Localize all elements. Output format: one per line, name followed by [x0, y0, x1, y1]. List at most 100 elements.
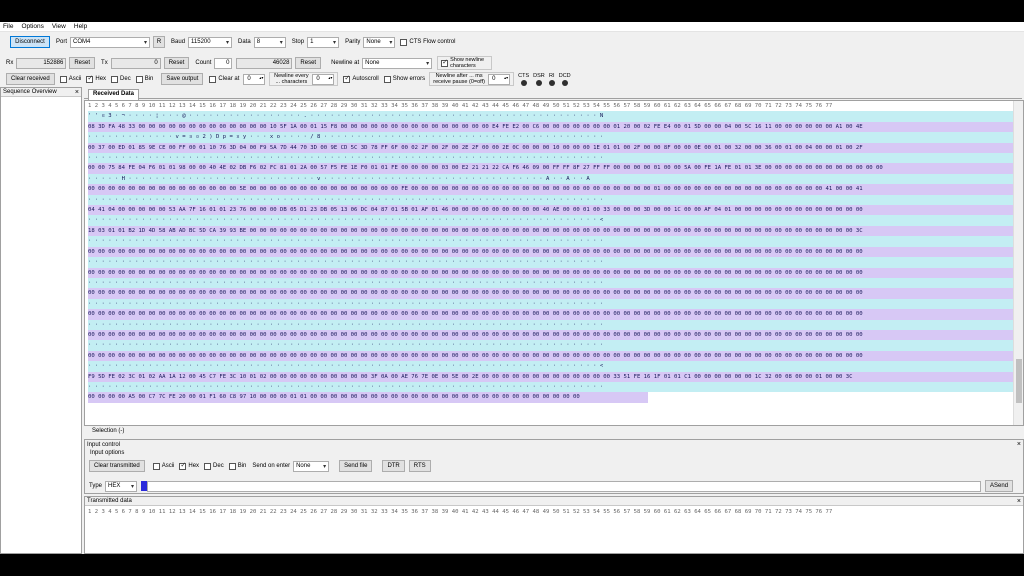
input-options-label: Input options — [90, 450, 125, 456]
show-errors-checkbox[interactable]: Show errors — [383, 75, 425, 83]
cts-flow-checkbox[interactable]: CTS Flow control — [400, 38, 455, 46]
scrollbar-thumb[interactable] — [1016, 359, 1022, 403]
parity-label: Parity — [345, 39, 361, 45]
stop-bits-select[interactable]: 1 — [307, 36, 340, 48]
clear-received-button[interactable]: Clear received — [6, 73, 55, 85]
ascii-row: · · · · · · · · · · · · · · · · · · · · … — [88, 215, 1013, 226]
input-ascii-box[interactable] — [152, 462, 160, 470]
show-errors-box[interactable] — [383, 75, 391, 83]
port-label: Port — [56, 39, 68, 45]
disconnect-button[interactable]: Disconnect — [10, 36, 50, 48]
hex-checkbox[interactable]: Hex — [86, 74, 107, 83]
send-button[interactable]: ASend — [985, 480, 1014, 492]
dsr-indicator: DSR — [533, 73, 545, 86]
tx-reset-button[interactable]: Reset — [163, 57, 190, 69]
show-newline-label: Show newline characters — [450, 57, 485, 69]
sequence-overview-title: Sequence Overview — [3, 89, 57, 95]
hex-row: 00 00 00 00 00 00 00 00 00 00 00 00 00 0… — [88, 246, 1013, 258]
parity-select[interactable]: None — [363, 36, 396, 48]
dcd-indicator-label: DCD — [558, 72, 571, 79]
transmitted-data-panel: Transmitted data × 1 2 3 4 5 6 7 8 9 10 … — [84, 496, 1024, 554]
input-bin-label: Bin — [237, 463, 247, 469]
menu-view[interactable]: View — [52, 23, 66, 30]
cts-flow-box[interactable] — [400, 38, 408, 46]
count-input[interactable]: 0 — [214, 57, 233, 69]
newline-at-label: Newline at — [331, 60, 360, 66]
hex-label: Hex — [95, 76, 107, 82]
ascii-row: · · · · · · · · · · · · · · · · · · · · … — [88, 153, 1013, 164]
close-icon[interactable]: × — [1017, 498, 1021, 505]
autoscroll-checkbox[interactable]: Autoscroll — [343, 74, 379, 83]
newline-every-label: Newline every ... characters — [274, 73, 309, 85]
bin-box[interactable] — [135, 75, 143, 83]
hex-row: 00 00 00 00 00 00 00 00 00 00 00 00 00 0… — [88, 184, 1013, 195]
input-control-title: Input control — [87, 441, 121, 448]
input-bin-box[interactable] — [228, 462, 236, 470]
hex-row: 08 3D FA 48 33 00 00 00 00 00 00 00 00 0… — [88, 121, 1013, 133]
input-bin-checkbox[interactable]: Bin — [228, 462, 247, 470]
menu-help[interactable]: Help — [74, 23, 87, 30]
clear-at-box[interactable] — [209, 75, 217, 83]
send-input[interactable] — [147, 480, 982, 492]
input-hex-checkbox[interactable]: Hex — [179, 461, 199, 470]
rx-reset-button[interactable]: Reset — [69, 57, 96, 69]
bin-checkbox[interactable]: Bin — [135, 75, 153, 83]
transmitted-rows[interactable]: 1 2 3 4 5 6 7 8 9 10 11 12 13 14 15 16 1… — [85, 506, 1023, 517]
hex-row: 00 00 00 00 00 00 00 00 00 00 00 00 00 0… — [88, 350, 1013, 362]
input-options-row: Clear transmitted Ascii Hex Dec Bin Send… — [89, 460, 431, 472]
newline-every-group: Newline every ... characters 0 — [269, 72, 339, 86]
refresh-ports-button[interactable]: R — [153, 36, 166, 48]
save-output-button[interactable]: Save output — [161, 73, 204, 85]
close-icon[interactable]: × — [75, 89, 79, 96]
count-label: Count — [195, 60, 212, 66]
input-ascii-checkbox[interactable]: Ascii — [152, 462, 175, 470]
newline-every-spinner[interactable]: 0 — [312, 73, 335, 85]
close-icon[interactable]: × — [1017, 441, 1021, 448]
ascii-row: ' ' ¤ 3 · ¬ · · · · ¦ · · · @ · · · · · … — [88, 111, 1013, 122]
count-reset-button[interactable]: Reset — [295, 57, 322, 69]
ascii-box[interactable] — [59, 75, 67, 83]
port-select[interactable]: COM4 — [70, 36, 151, 48]
newline-at-select[interactable]: None — [362, 57, 433, 69]
menu-file[interactable]: File — [3, 23, 13, 30]
dec-checkbox[interactable]: Dec — [111, 75, 131, 83]
baud-select[interactable]: 115200 — [188, 36, 233, 48]
ri-indicator-label: RI — [548, 72, 555, 79]
dec-box[interactable] — [111, 75, 119, 83]
dtr-button[interactable]: DTR — [382, 460, 405, 472]
input-control-panel: Input control × Input options Clear tran… — [84, 439, 1024, 494]
rts-button[interactable]: RTS — [408, 460, 431, 472]
input-dec-box[interactable] — [204, 462, 212, 470]
clear-at-checkbox[interactable]: Clear at — [209, 75, 239, 83]
clear-at-spinner[interactable]: 0 — [243, 73, 266, 85]
dsr-lamp-icon — [535, 79, 542, 86]
rx-label: Rx — [6, 60, 14, 66]
input-dec-checkbox[interactable]: Dec — [204, 462, 224, 470]
vertical-scrollbar[interactable] — [1013, 101, 1023, 425]
menu-options[interactable]: Options — [21, 23, 43, 30]
autoscroll-box[interactable] — [343, 74, 351, 83]
received-data-view[interactable]: 1 2 3 4 5 6 7 8 9 10 11 12 13 14 15 16 1… — [84, 100, 1024, 426]
app-window: File Options View Help Disconnect Port C… — [0, 22, 1024, 554]
newline-pause-group: Newline after ... ms receive pause (0=of… — [429, 72, 515, 86]
count-total: 46028 — [236, 57, 293, 69]
newline-pause-spinner[interactable]: 0 — [488, 73, 511, 85]
show-newline-checkbox[interactable] — [441, 58, 449, 67]
ri-lamp-icon — [548, 79, 555, 86]
tab-received-data[interactable]: Received Data — [88, 89, 140, 100]
data-bits-select[interactable]: 8 — [253, 36, 286, 48]
hex-box[interactable] — [86, 74, 94, 83]
ascii-row: · · · · · · · · · · · · · · · · · · · · … — [88, 277, 1013, 289]
send-on-enter-select[interactable]: None — [293, 460, 330, 472]
input-ascii-label: Ascii — [161, 463, 175, 469]
input-hex-box[interactable] — [179, 461, 187, 470]
send-file-button[interactable]: Send file — [339, 460, 373, 472]
baud-label: Baud — [171, 39, 186, 45]
type-select[interactable]: HEX — [105, 480, 138, 492]
ascii-checkbox[interactable]: Ascii — [59, 75, 81, 83]
ascii-row: · · · · · · · · · · · · · · · · · · · · … — [88, 381, 1013, 393]
dcd-lamp-icon — [561, 79, 568, 86]
dcd-indicator: DCD — [559, 73, 571, 86]
clear-transmitted-button[interactable]: Clear transmitted — [89, 460, 145, 472]
sequence-overview-header: Sequence Overview × — [1, 88, 81, 97]
